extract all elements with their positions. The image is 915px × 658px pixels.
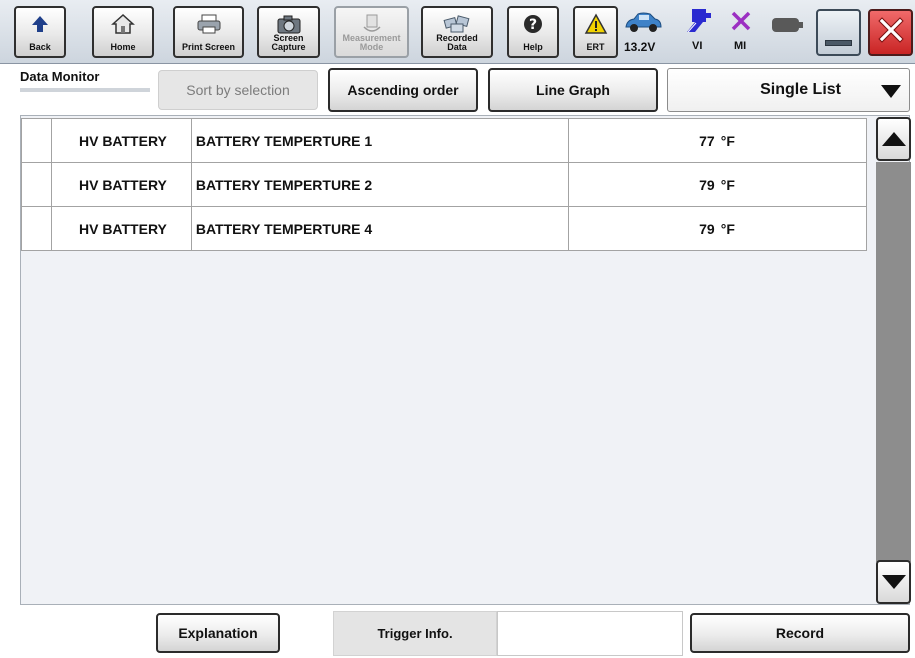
trigger-info-field <box>497 611 683 656</box>
printer-icon <box>175 12 242 36</box>
row-select-cell[interactable] <box>21 206 52 251</box>
help-icon: ? <box>509 12 557 36</box>
value-cell: 79 <box>568 162 719 207</box>
home-icon <box>94 12 152 36</box>
triangle-up-icon <box>881 132 906 146</box>
warning-icon <box>575 12 616 36</box>
trigger-info-label: Trigger Info. <box>333 611 497 656</box>
ert-label: ERT <box>586 42 605 52</box>
measurement-icon <box>336 12 407 36</box>
value-cell: 79 <box>568 206 719 251</box>
measurement-mode-button[interactable]: Measurement Mode <box>334 6 409 58</box>
back-label: Back <box>29 42 51 52</box>
car-icon <box>622 10 664 36</box>
ascending-order-button[interactable]: Ascending order <box>328 68 478 112</box>
back-arrow-icon <box>16 12 64 36</box>
ert-button[interactable]: ERT <box>573 6 618 58</box>
vi-label: VI <box>692 40 703 52</box>
vi-icon <box>683 6 713 36</box>
close-icon <box>874 13 908 52</box>
display-mode-value: Single List <box>760 81 841 98</box>
unit-cell: °F <box>718 162 867 207</box>
svg-text:?: ? <box>529 17 537 33</box>
camera-icon <box>259 12 318 36</box>
vertical-scrollbar[interactable] <box>876 116 911 604</box>
back-button[interactable]: Back <box>14 6 66 58</box>
chevron-down-icon <box>881 85 901 98</box>
line-graph-button[interactable]: Line Graph <box>488 68 658 112</box>
table-row[interactable]: HV BATTERY BATTERY TEMPERTURE 1 77 °F <box>21 118 867 163</box>
value-cell: 77 <box>568 118 719 163</box>
unit-cell: °F <box>718 118 867 163</box>
table-row[interactable]: HV BATTERY BATTERY TEMPERTURE 4 79 °F <box>21 206 867 251</box>
table-row[interactable]: HV BATTERY BATTERY TEMPERTURE 2 79 °F <box>21 162 867 207</box>
unit-cell: °F <box>718 206 867 251</box>
minimize-icon <box>825 40 852 46</box>
record-button[interactable]: Record <box>690 613 910 653</box>
explanation-button[interactable]: Explanation <box>156 613 280 653</box>
system-cell: HV BATTERY <box>50 206 192 251</box>
home-button[interactable]: Home <box>92 6 154 58</box>
data-table: HV BATTERY BATTERY TEMPERTURE 1 77 °F HV… <box>21 118 867 251</box>
item-cell: BATTERY TEMPERTURE 4 <box>190 206 570 251</box>
footer-bar: Explanation Trigger Info. Record <box>0 606 915 658</box>
system-cell: HV BATTERY <box>50 118 192 163</box>
item-cell: BATTERY TEMPERTURE 1 <box>190 118 570 163</box>
row-select-cell[interactable] <box>21 162 52 207</box>
home-label: Home <box>110 42 136 52</box>
recorded-data-label-line2: Data <box>447 42 467 52</box>
data-monitor-list: HV BATTERY BATTERY TEMPERTURE 1 77 °F HV… <box>20 115 911 605</box>
display-mode-select[interactable]: Single List <box>667 68 910 112</box>
page-title: Data Monitor <box>20 69 100 84</box>
row-select-cell[interactable] <box>21 118 52 163</box>
scrollbar-track[interactable] <box>876 162 911 562</box>
recorded-data-icon <box>423 12 491 36</box>
toolbar: Back Home Print Screen Screen Capture Me… <box>0 0 915 64</box>
sort-by-selection-button[interactable]: Sort by selection <box>158 70 318 110</box>
measurement-mode-label-line2: Mode <box>359 42 384 52</box>
system-cell: HV BATTERY <box>50 162 192 207</box>
battery-icon <box>770 15 806 35</box>
print-screen-button[interactable]: Print Screen <box>173 6 244 58</box>
item-cell: BATTERY TEMPERTURE 2 <box>190 162 570 207</box>
scroll-up-button[interactable] <box>876 117 911 161</box>
battery-voltage: 13.2V <box>624 40 656 54</box>
scroll-down-button[interactable] <box>876 560 911 604</box>
triangle-down-icon <box>881 575 906 589</box>
screen-capture-button[interactable]: Screen Capture <box>257 6 320 58</box>
screen-capture-label-line2: Capture <box>271 42 306 52</box>
mi-label: MI <box>734 40 747 52</box>
help-button[interactable]: ? Help <box>507 6 559 58</box>
print-screen-label: Print Screen <box>181 42 236 52</box>
help-label: Help <box>523 42 543 52</box>
title-underline <box>20 88 150 92</box>
close-button[interactable] <box>868 9 913 56</box>
mi-disconnected-icon <box>728 8 754 34</box>
recorded-data-button[interactable]: Recorded Data <box>421 6 493 58</box>
minimize-button[interactable] <box>816 9 861 56</box>
